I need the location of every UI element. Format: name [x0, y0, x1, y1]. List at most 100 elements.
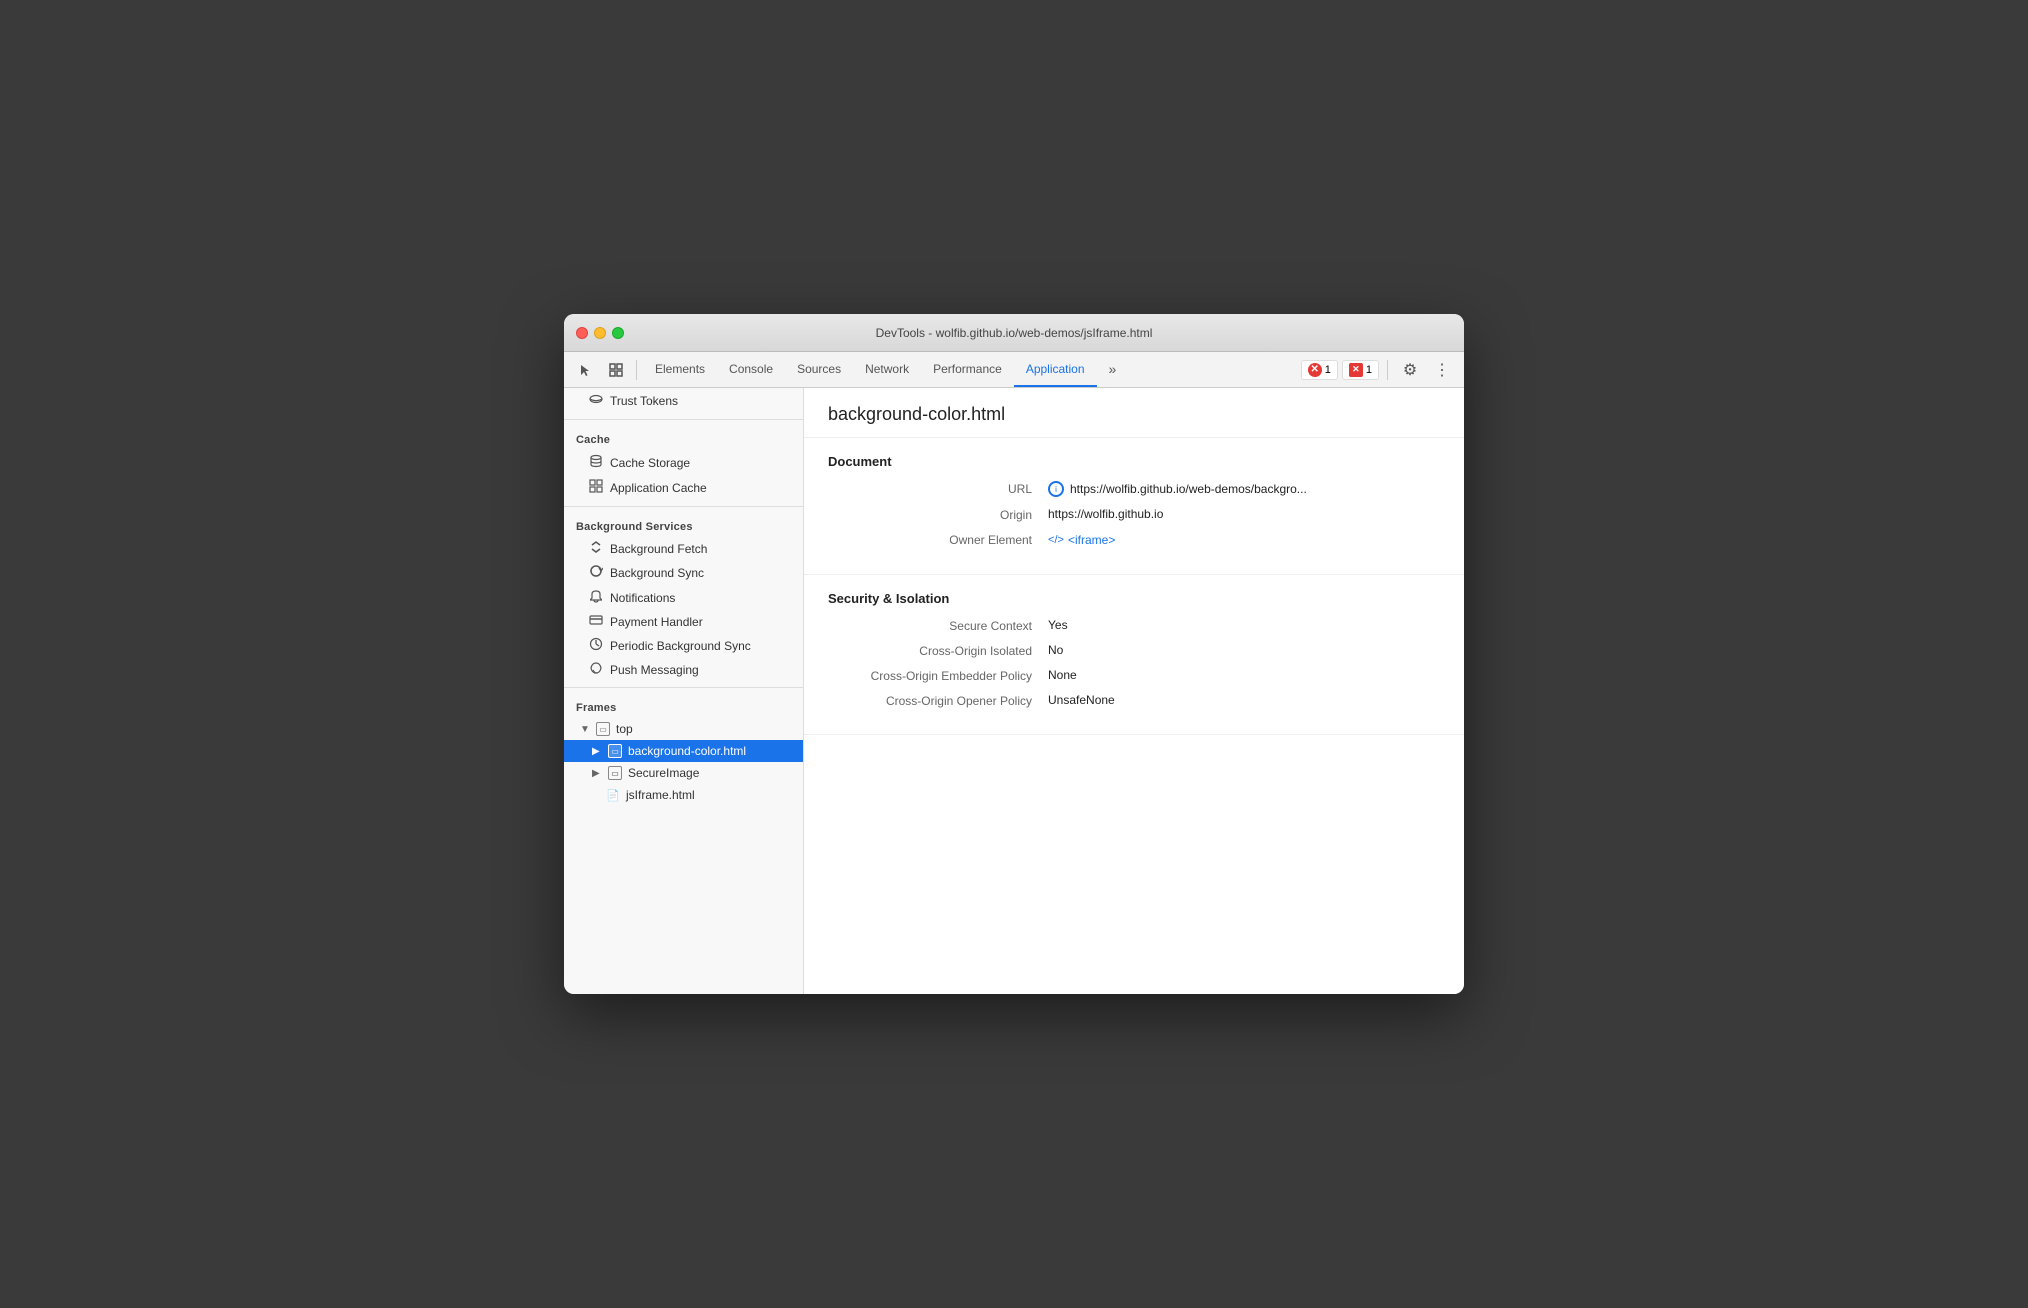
error-count-1: 1	[1325, 364, 1331, 376]
settings-icon[interactable]: ⚙	[1396, 356, 1424, 384]
inspect-icon[interactable]	[602, 356, 630, 384]
frame-top-label: top	[616, 722, 633, 736]
secure-context-value: Yes	[1048, 618, 1068, 632]
sidebar-item-bg-fetch[interactable]: Background Fetch	[564, 537, 803, 560]
url-text: https://wolfib.github.io/web-demos/backg…	[1070, 482, 1307, 496]
error-red-icon: ✕	[1308, 363, 1322, 377]
frame-icon-bg-color: ▭	[608, 744, 622, 758]
cross-origin-embedder-label: Cross-Origin Embedder Policy	[828, 668, 1048, 683]
secure-context-label: Secure Context	[828, 618, 1048, 633]
cross-origin-opener-label: Cross-Origin Opener Policy	[828, 693, 1048, 708]
maximize-button[interactable]	[612, 327, 624, 339]
bg-services-header: Background Services	[564, 513, 803, 537]
tab-list: Elements Console Sources Network Perform…	[643, 352, 1295, 387]
owner-element-row: Owner Element </> <iframe>	[828, 532, 1440, 548]
devtools-body: Trust Tokens Cache Cache Storage	[564, 388, 1464, 994]
iframe-link-text: <iframe>	[1068, 533, 1115, 547]
url-value: i https://wolfib.github.io/web-demos/bac…	[1048, 481, 1307, 497]
bg-fetch-icon	[588, 541, 604, 556]
toolbar-divider-2	[1387, 360, 1388, 380]
frame-jsiframe[interactable]: 📄 jsIframe.html	[564, 784, 803, 806]
cache-storage-label: Cache Storage	[610, 456, 690, 470]
sidebar-item-trust-tokens[interactable]: Trust Tokens	[564, 388, 803, 413]
frame-icon-top: ▭	[596, 722, 610, 736]
document-heading: Document	[828, 454, 1440, 469]
bg-fetch-label: Background Fetch	[610, 542, 707, 556]
toolbar-right: ✕ 1 ✕ 1 ⚙ ⋮	[1301, 356, 1456, 384]
devtools-window: DevTools - wolfib.github.io/web-demos/js…	[564, 314, 1464, 994]
secure-context-row: Secure Context Yes	[828, 618, 1440, 633]
more-icon[interactable]: ⋮	[1428, 356, 1456, 384]
sidebar-item-periodic-bg-sync[interactable]: Periodic Background Sync	[564, 633, 803, 658]
sidebar-item-payment-handler[interactable]: Payment Handler	[564, 610, 803, 633]
sidebar-item-cache-storage[interactable]: Cache Storage	[564, 450, 803, 475]
tree-arrow-top: ▼	[580, 724, 592, 735]
frame-bg-color[interactable]: ▶ ▭ background-color.html	[564, 740, 803, 762]
url-row: URL i https://wolfib.github.io/web-demos…	[828, 481, 1440, 497]
cross-origin-isolated-value: No	[1048, 643, 1063, 657]
tree-arrow-bg-color: ▶	[592, 746, 604, 757]
owner-element-value: </> <iframe>	[1048, 532, 1115, 548]
owner-element-label: Owner Element	[828, 532, 1048, 547]
tab-network[interactable]: Network	[853, 352, 921, 387]
error-badge-1[interactable]: ✕ 1	[1301, 360, 1338, 380]
tab-sources[interactable]: Sources	[785, 352, 853, 387]
url-circle-icon: i	[1048, 481, 1064, 497]
frames-header: Frames	[564, 694, 803, 718]
cross-origin-opener-value: UnsafeNone	[1048, 693, 1115, 707]
payment-handler-icon	[588, 614, 604, 629]
cross-origin-opener-row: Cross-Origin Opener Policy UnsafeNone	[828, 693, 1440, 708]
tab-performance[interactable]: Performance	[921, 352, 1014, 387]
sidebar-item-notifications[interactable]: Notifications	[564, 585, 803, 610]
cache-storage-icon	[588, 454, 604, 471]
cross-origin-isolated-label: Cross-Origin Isolated	[828, 643, 1048, 658]
traffic-lights	[576, 327, 624, 339]
tree-arrow-secure: ▶	[592, 768, 604, 779]
trust-tokens-icon	[588, 392, 604, 409]
origin-value: https://wolfib.github.io	[1048, 507, 1163, 521]
periodic-bg-sync-label: Periodic Background Sync	[610, 639, 751, 653]
security-heading: Security & Isolation	[828, 591, 1440, 606]
window-title: DevTools - wolfib.github.io/web-demos/js…	[876, 326, 1153, 340]
app-cache-label: Application Cache	[610, 481, 707, 495]
frame-bg-color-label: background-color.html	[628, 744, 746, 758]
divider-3	[564, 687, 803, 688]
origin-label: Origin	[828, 507, 1048, 522]
error-orange-icon: ✕	[1349, 363, 1363, 377]
minimize-button[interactable]	[594, 327, 606, 339]
tab-application[interactable]: Application	[1014, 352, 1097, 387]
payment-handler-label: Payment Handler	[610, 615, 703, 629]
frame-secure-image[interactable]: ▶ ▭ SecureImage	[564, 762, 803, 784]
divider-1	[564, 419, 803, 420]
sidebar-item-app-cache[interactable]: Application Cache	[564, 475, 803, 500]
file-icon-jsiframe: 📄	[606, 788, 620, 802]
push-messaging-icon	[588, 662, 604, 677]
error-badge-2[interactable]: ✕ 1	[1342, 360, 1379, 380]
url-label: URL	[828, 481, 1048, 496]
periodic-bg-sync-icon	[588, 637, 604, 654]
toolbar-divider-1	[636, 360, 637, 380]
panel-title: background-color.html	[804, 388, 1464, 438]
tab-elements[interactable]: Elements	[643, 352, 717, 387]
app-cache-icon	[588, 479, 604, 496]
frame-icon-secure: ▭	[608, 766, 622, 780]
tab-console[interactable]: Console	[717, 352, 785, 387]
cursor-icon[interactable]	[572, 356, 600, 384]
security-section: Security & Isolation Secure Context Yes …	[804, 575, 1464, 735]
bg-sync-label: Background Sync	[610, 566, 704, 580]
devtools-toolbar: Elements Console Sources Network Perform…	[564, 352, 1464, 388]
notifications-label: Notifications	[610, 591, 675, 605]
cache-section-header: Cache	[564, 426, 803, 450]
tab-more[interactable]: »	[1097, 352, 1129, 387]
close-button[interactable]	[576, 327, 588, 339]
frame-secure-label: SecureImage	[628, 766, 699, 780]
sidebar-item-push-messaging[interactable]: Push Messaging	[564, 658, 803, 681]
cross-origin-embedder-row: Cross-Origin Embedder Policy None	[828, 668, 1440, 683]
frame-jsiframe-label: jsIframe.html	[626, 788, 695, 802]
sidebar-item-bg-sync[interactable]: Background Sync	[564, 560, 803, 585]
owner-element-link[interactable]: </> <iframe>	[1048, 532, 1115, 548]
main-panel: background-color.html Document URL i htt…	[804, 388, 1464, 994]
bg-sync-icon	[588, 564, 604, 581]
frame-top[interactable]: ▼ ▭ top	[564, 718, 803, 740]
cross-origin-isolated-row: Cross-Origin Isolated No	[828, 643, 1440, 658]
